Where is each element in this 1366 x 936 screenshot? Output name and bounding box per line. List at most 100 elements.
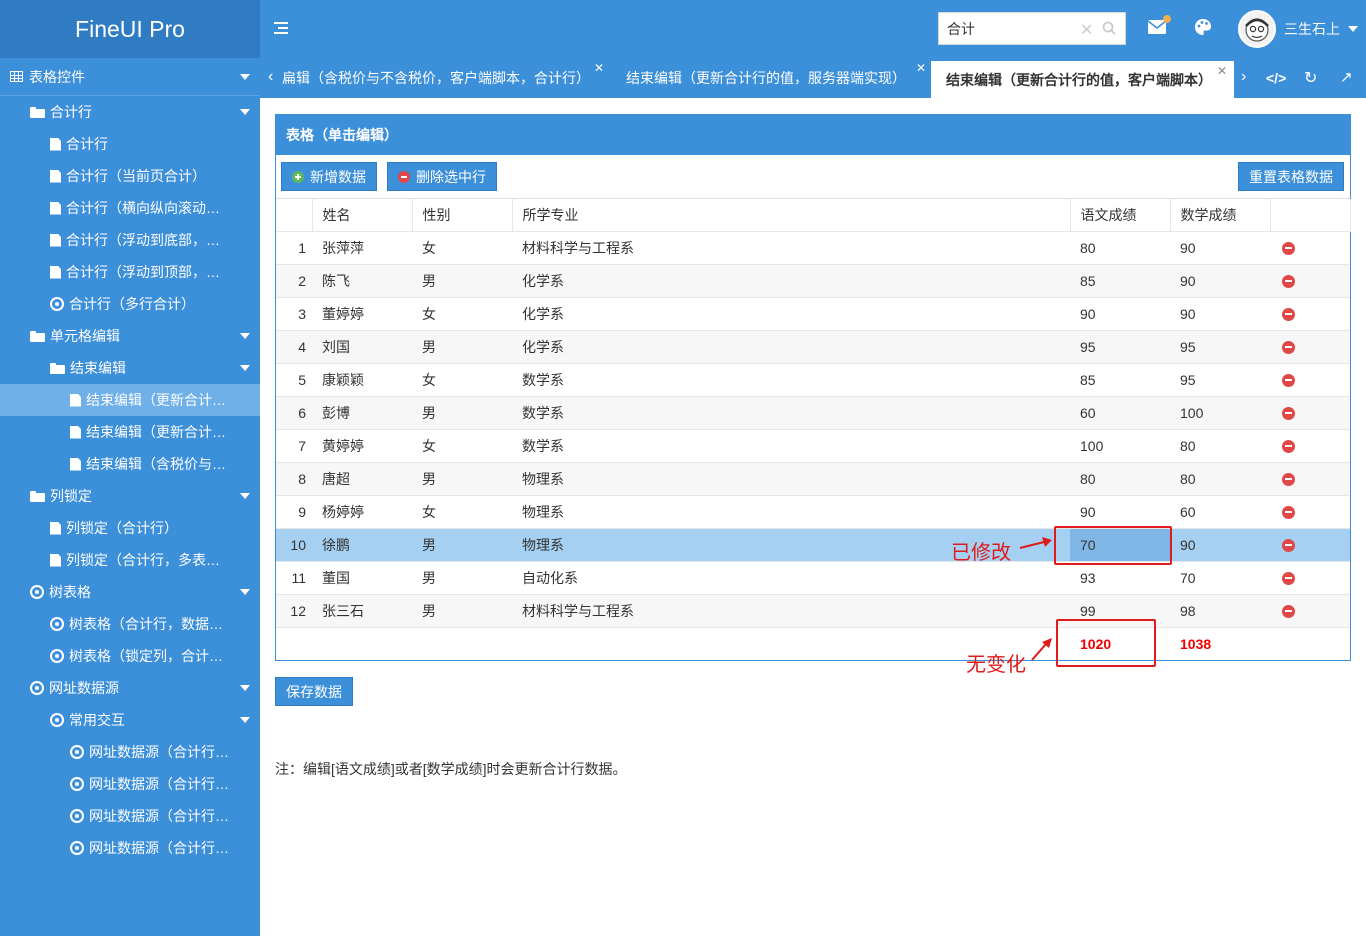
search-input[interactable]: [939, 13, 1079, 44]
caret-down-icon[interactable]: [240, 589, 250, 595]
sidebar-item[interactable]: 网址数据源: [0, 672, 260, 704]
chinese-score-cell[interactable]: 93: [1070, 561, 1170, 595]
caret-down-icon[interactable]: [240, 365, 250, 371]
sidebar-item[interactable]: 结束编辑（更新合计…: [0, 384, 260, 416]
column-header-math[interactable]: 数学成绩: [1170, 199, 1271, 232]
chevron-right-icon[interactable]: ›: [1241, 68, 1246, 86]
menu-toggle-icon[interactable]: [274, 22, 288, 34]
delete-row-icon[interactable]: [1282, 341, 1295, 355]
close-icon[interactable]: ✕: [594, 61, 604, 75]
caret-down-icon[interactable]: [240, 717, 250, 723]
math-score-cell[interactable]: 90: [1170, 264, 1270, 298]
sidebar-item[interactable]: 结束编辑: [0, 352, 260, 384]
mail-icon[interactable]: [1148, 20, 1166, 34]
sidebar-item[interactable]: 列锁定（合计行，多表头…: [0, 544, 260, 576]
table-row[interactable]: 3 董婷婷女化学系 90 90: [276, 297, 1350, 331]
chinese-score-cell[interactable]: 80: [1070, 231, 1170, 265]
sidebar-item[interactable]: 网址数据源（合计行…: [0, 768, 260, 800]
close-icon[interactable]: ✕: [1217, 64, 1227, 78]
column-header-chinese[interactable]: 语文成绩: [1070, 199, 1171, 232]
sidebar-item[interactable]: 常用交互: [0, 704, 260, 736]
math-score-cell[interactable]: 90: [1170, 297, 1270, 331]
table-row[interactable]: 8 唐超男物理系 80 80: [276, 462, 1350, 496]
caret-down-icon[interactable]: [240, 685, 250, 691]
delete-row-icon[interactable]: [1282, 308, 1295, 322]
external-link-icon[interactable]: ↗: [1340, 68, 1353, 86]
sidebar-item[interactable]: 结束编辑（更新合计…: [0, 416, 260, 448]
column-header-major[interactable]: 所学专业: [512, 199, 1071, 232]
math-score-cell[interactable]: 90: [1170, 231, 1270, 265]
sidebar-item[interactable]: 合计行（浮动到顶部，横…: [0, 256, 260, 288]
table-row[interactable]: 11 董国男自动化系 93 70: [276, 561, 1350, 595]
math-score-cell[interactable]: 95: [1170, 363, 1270, 397]
palette-icon[interactable]: [1194, 18, 1212, 36]
sidebar-section-header[interactable]: 表格控件: [0, 58, 260, 96]
column-header-gender[interactable]: 性别: [412, 199, 513, 232]
sidebar-item[interactable]: 网址数据源（合计行…: [0, 736, 260, 768]
sidebar-item[interactable]: 合计行（多行合计）: [0, 288, 260, 320]
delete-row-icon[interactable]: [1282, 407, 1295, 421]
delete-row-icon[interactable]: [1282, 506, 1295, 520]
tab-3-active[interactable]: 结束编辑（更新合计行的值，客户端脚本） ✕: [931, 58, 1234, 98]
chinese-score-cell[interactable]: 90: [1070, 297, 1170, 331]
delete-row-icon[interactable]: [1282, 473, 1295, 487]
table-row[interactable]: 6 彭博男数学系 60 100: [276, 396, 1350, 430]
table-row[interactable]: 10 徐鹏男物理系 70 90: [276, 528, 1350, 562]
chinese-score-cell[interactable]: 80: [1070, 462, 1170, 496]
caret-down-icon[interactable]: [240, 109, 250, 115]
clear-icon[interactable]: ✕: [1080, 20, 1093, 40]
add-row-button[interactable]: 新增数据: [281, 162, 377, 191]
sidebar-item[interactable]: 合计行: [0, 96, 260, 128]
sidebar-item[interactable]: 网址数据源（合计行…: [0, 800, 260, 832]
sidebar-item[interactable]: 网址数据源（合计行…: [0, 832, 260, 864]
table-row[interactable]: 7 黄婷婷女数学系 100 80: [276, 429, 1350, 463]
table-row[interactable]: 1 张萍萍女材料科学与工程系 80 90: [276, 231, 1350, 265]
caret-down-icon[interactable]: [240, 493, 250, 499]
chinese-score-cell[interactable]: 60: [1070, 396, 1170, 430]
avatar[interactable]: [1238, 10, 1276, 48]
sidebar-item[interactable]: 树表格（合计行，数据库…: [0, 608, 260, 640]
chinese-score-cell[interactable]: 85: [1070, 363, 1170, 397]
table-row[interactable]: 5 康颖颖女数学系 85 95: [276, 363, 1350, 397]
save-data-button[interactable]: 保存数据: [275, 677, 353, 706]
sidebar-item[interactable]: 单元格编辑: [0, 320, 260, 352]
search-icon[interactable]: [1102, 21, 1116, 35]
table-row[interactable]: 4 刘国男化学系 95 95: [276, 330, 1350, 364]
delete-row-icon[interactable]: [1282, 440, 1295, 454]
chinese-score-cell[interactable]: 85: [1070, 264, 1170, 298]
chinese-score-cell[interactable]: 95: [1070, 330, 1170, 364]
chinese-score-cell[interactable]: 90: [1070, 495, 1170, 529]
chevron-left-icon[interactable]: ‹: [268, 68, 273, 86]
sidebar-item[interactable]: 树表格: [0, 576, 260, 608]
sidebar-item[interactable]: 列锁定（合计行）: [0, 512, 260, 544]
caret-down-icon[interactable]: [1348, 26, 1358, 32]
close-icon[interactable]: ✕: [916, 61, 926, 75]
sidebar-item[interactable]: 结束编辑（含税价与…: [0, 448, 260, 480]
table-row[interactable]: 12 张三石男材料科学与工程系 99 98: [276, 594, 1350, 628]
math-score-cell[interactable]: 100: [1170, 396, 1270, 430]
math-score-cell[interactable]: 80: [1170, 429, 1270, 463]
code-icon[interactable]: </>: [1266, 70, 1286, 86]
table-row[interactable]: 2 陈飞男化学系 85 90: [276, 264, 1350, 298]
sidebar-item[interactable]: 合计行: [0, 128, 260, 160]
delete-row-icon[interactable]: [1282, 275, 1295, 289]
delete-selected-button[interactable]: 删除选中行: [387, 162, 497, 191]
math-score-cell[interactable]: 98: [1170, 594, 1270, 628]
reset-grid-button[interactable]: 重置表格数据: [1238, 162, 1344, 191]
sidebar-item[interactable]: 合计行（浮动到底部，横…: [0, 224, 260, 256]
math-score-cell[interactable]: 80: [1170, 462, 1270, 496]
math-score-cell[interactable]: 90: [1170, 528, 1270, 562]
tab-2[interactable]: 结束编辑（更新合计行的值，服务器端实现） ✕: [626, 58, 926, 98]
sidebar-item[interactable]: 列锁定: [0, 480, 260, 512]
math-score-cell[interactable]: 95: [1170, 330, 1270, 364]
table-row[interactable]: 9 杨婷婷女物理系 90 60: [276, 495, 1350, 529]
delete-row-icon[interactable]: [1282, 605, 1295, 619]
refresh-icon[interactable]: ↻: [1304, 68, 1317, 88]
column-header-name[interactable]: 姓名: [312, 199, 413, 232]
math-score-cell[interactable]: 60: [1170, 495, 1270, 529]
user-name[interactable]: 三生石上: [1284, 19, 1340, 39]
caret-down-icon[interactable]: [240, 333, 250, 339]
delete-row-icon[interactable]: [1282, 374, 1295, 388]
tab-1[interactable]: 扁辑（含税价与不含税价，客户端脚本，合计行） ✕: [282, 58, 604, 98]
sidebar-item[interactable]: 树表格（锁定列，合计行…: [0, 640, 260, 672]
